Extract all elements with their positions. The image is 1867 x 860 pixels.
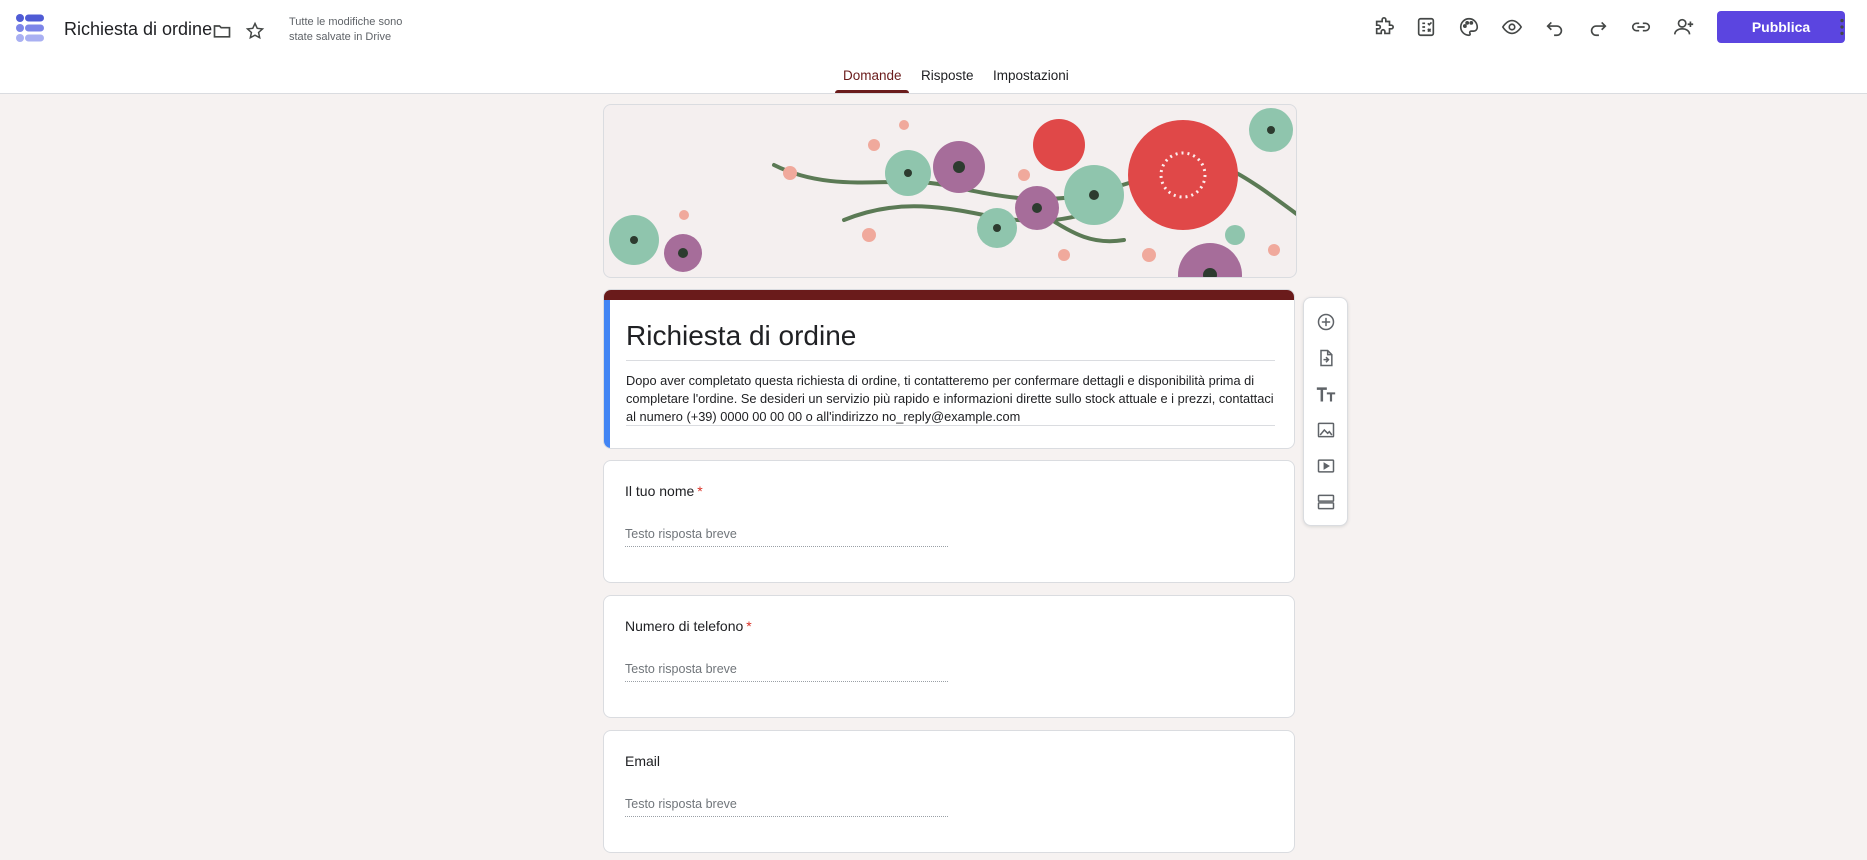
- form-description[interactable]: Dopo aver completato questa richiesta di…: [626, 372, 1281, 426]
- addons-icon[interactable]: [1372, 15, 1396, 39]
- add-section-icon[interactable]: [1314, 490, 1338, 514]
- title-divider: [626, 360, 1275, 361]
- short-answer-placeholder: Testo risposta breve: [625, 660, 948, 682]
- add-collaborator-icon[interactable]: [1672, 15, 1696, 39]
- undo-icon[interactable]: [1543, 15, 1567, 39]
- question-title: Il tuo nome: [625, 483, 695, 499]
- top-app-bar: Richiesta di ordine Tutte le modifiche s…: [0, 0, 1867, 94]
- tab-settings[interactable]: Impostazioni: [993, 68, 1069, 83]
- document-title[interactable]: Richiesta di ordine: [64, 19, 212, 40]
- form-title-card[interactable]: Richiesta di ordine Dopo aver completato…: [603, 289, 1295, 449]
- required-asterisk: *: [697, 483, 703, 499]
- quiz-icon[interactable]: [1414, 15, 1438, 39]
- header-banner-image: [603, 104, 1297, 278]
- preview-eye-icon[interactable]: [1500, 15, 1524, 39]
- short-answer-placeholder: Testo risposta breve: [625, 795, 948, 817]
- link-icon[interactable]: [1629, 15, 1653, 39]
- required-asterisk: *: [746, 618, 752, 634]
- tab-questions[interactable]: Domande: [843, 68, 902, 83]
- import-questions-icon[interactable]: [1314, 346, 1338, 370]
- short-answer-placeholder: Testo risposta breve: [625, 525, 948, 547]
- add-video-icon[interactable]: [1314, 454, 1338, 478]
- star-icon[interactable]: [243, 19, 267, 43]
- redo-icon[interactable]: [1586, 15, 1610, 39]
- question-card[interactable]: Il tuo nome * Testo risposta breve: [603, 460, 1295, 583]
- add-question-icon[interactable]: [1314, 310, 1338, 334]
- question-label: Il tuo nome *: [625, 483, 703, 499]
- publish-button[interactable]: Pubblica: [1717, 11, 1845, 43]
- add-title-icon[interactable]: [1314, 382, 1338, 406]
- question-label: Email: [625, 753, 663, 769]
- save-status: Tutte le modifiche sono state salvate in…: [289, 16, 403, 43]
- side-toolbar: [1303, 297, 1348, 526]
- question-card[interactable]: Email Testo risposta breve: [603, 730, 1295, 853]
- add-image-icon[interactable]: [1314, 418, 1338, 442]
- tab-responses[interactable]: Risposte: [921, 68, 974, 83]
- form-title[interactable]: Richiesta di ordine: [626, 320, 856, 352]
- question-card[interactable]: Numero di telefono * Testo risposta breve: [603, 595, 1295, 718]
- palette-icon[interactable]: [1457, 15, 1481, 39]
- theme-color-strip: [604, 290, 1294, 300]
- more-vert-icon[interactable]: [1830, 15, 1854, 39]
- folder-icon[interactable]: [210, 19, 234, 43]
- question-title: Numero di telefono: [625, 618, 744, 634]
- active-tab-indicator: [835, 90, 909, 93]
- question-label: Numero di telefono *: [625, 618, 752, 634]
- forms-logo-icon[interactable]: [14, 13, 46, 45]
- focus-indicator: [604, 300, 610, 448]
- question-title: Email: [625, 753, 661, 769]
- description-divider: [626, 425, 1275, 426]
- tab-bar: Domande Risposte Impostazioni: [0, 60, 1867, 94]
